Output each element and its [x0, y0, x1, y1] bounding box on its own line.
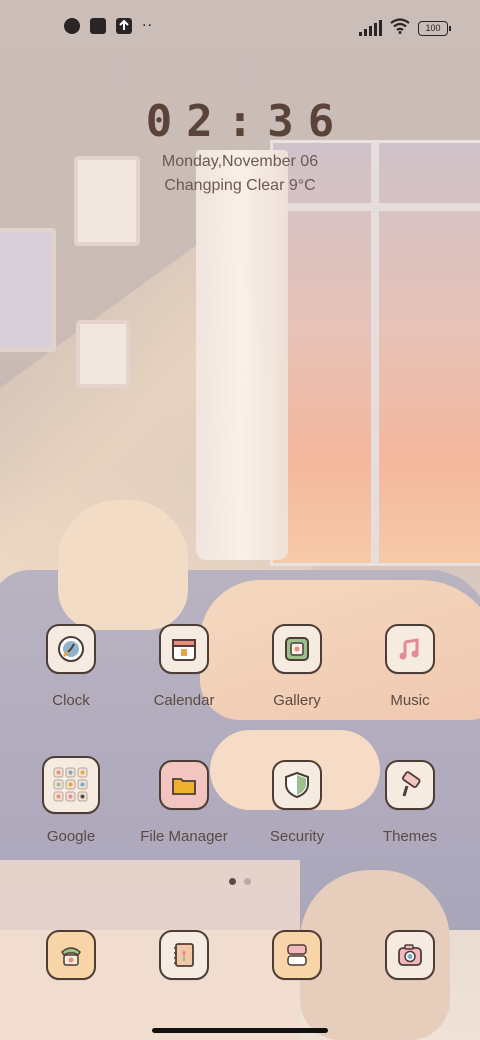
music-icon — [385, 624, 435, 674]
status-bar-system: 100 — [359, 18, 451, 38]
app-gallery[interactable]: Gallery — [240, 624, 354, 709]
dock-messages[interactable] — [240, 930, 354, 980]
page-dot[interactable] — [244, 878, 251, 885]
app-music[interactable]: Music — [353, 624, 467, 709]
app-clock[interactable]: Clock — [14, 624, 128, 709]
app-calendar[interactable]: Calendar — [127, 624, 241, 709]
camera-icon — [385, 930, 435, 980]
app-label: Clock — [52, 692, 90, 709]
dock-camera[interactable] — [353, 930, 467, 980]
google-folder-icon — [42, 756, 100, 814]
page-indicator[interactable] — [0, 878, 480, 885]
contacts-book-icon — [159, 930, 209, 980]
app-label: Gallery — [273, 692, 321, 709]
wallpaper-moon-frame — [0, 228, 56, 352]
phone-icon — [46, 930, 96, 980]
clock-date: Monday,November 06 — [161, 153, 319, 170]
battery-icon: 100 — [418, 20, 451, 36]
paint-roller-icon — [385, 760, 435, 810]
wallpaper-bunny — [58, 500, 188, 630]
app-security[interactable]: Security — [240, 760, 354, 845]
app-file-manager[interactable]: File Manager — [127, 760, 241, 845]
more-dots-icon: ·· — [142, 18, 153, 34]
clock-icon — [46, 624, 96, 674]
wifi-icon — [390, 18, 410, 38]
app-label: Music — [390, 692, 430, 709]
clock-weather: Changping Clear 9°C — [164, 177, 316, 194]
wallpaper-bunny-frame — [76, 320, 130, 388]
page-dot-active[interactable] — [229, 878, 236, 885]
status-bar: ·· 100 — [0, 0, 480, 56]
app-label: File Manager — [140, 828, 228, 845]
notification-square-icon — [90, 18, 106, 34]
app-label: Themes — [382, 828, 438, 845]
app-themes[interactable]: Themes — [353, 760, 467, 845]
messages-icon — [272, 930, 322, 980]
whatsapp-icon — [64, 18, 80, 34]
clock-time: 02:36 — [145, 96, 349, 147]
app-google-folder[interactable]: Google — [14, 756, 128, 845]
signal-icon — [359, 20, 382, 36]
wallpaper-curtain — [196, 150, 288, 560]
upload-icon — [116, 18, 132, 34]
app-label: Google — [46, 828, 96, 845]
dock-phone[interactable] — [14, 930, 128, 980]
status-bar-notifications: ·· — [64, 18, 153, 34]
app-label: Security — [269, 828, 325, 845]
shield-icon — [272, 760, 322, 810]
dock-contacts[interactable] — [127, 930, 241, 980]
calendar-icon — [159, 624, 209, 674]
clock-widget[interactable]: 02:36 Monday,November 06 Changping Clear… — [0, 96, 480, 195]
home-indicator[interactable] — [152, 1028, 328, 1033]
app-label: Calendar — [153, 692, 215, 709]
wallpaper-window — [270, 140, 480, 566]
gallery-icon — [272, 624, 322, 674]
folder-icon — [159, 760, 209, 810]
